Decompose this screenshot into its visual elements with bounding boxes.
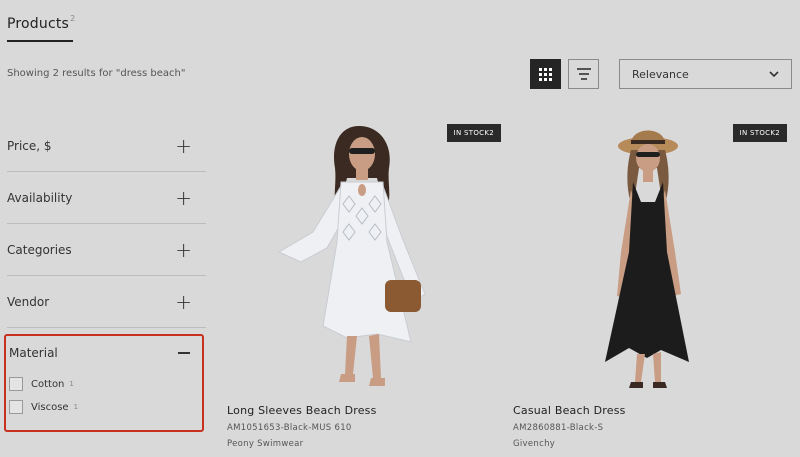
product-card[interactable]: IN STOCK2 Casual Beach Dress AM2860881-B… (513, 112, 787, 449)
tab-count: 2 (70, 14, 76, 23)
filter-label: Categories (7, 242, 72, 257)
plus-icon: + (175, 289, 192, 314)
product-vendor: Givenchy (513, 439, 556, 449)
minus-icon (178, 352, 190, 354)
plus-icon: + (175, 133, 192, 158)
filter-price[interactable]: Price, $ + (7, 120, 206, 172)
product-vendor: Peony Swimwear (227, 439, 304, 449)
plus-icon: + (175, 185, 192, 210)
filter-label: Availability (7, 190, 73, 205)
filter-label: Vendor (7, 294, 50, 309)
option-label: Viscose (31, 401, 69, 413)
product-title[interactable]: Casual Beach Dress (513, 404, 787, 417)
product-sku: AM1051653-Black-MUS 610 (227, 423, 352, 433)
filter-material: Material Cotton 1 Viscose 1 (4, 334, 204, 432)
filter-availability[interactable]: Availability + (7, 172, 206, 224)
results-summary: Showing 2 results for "dress beach" (7, 68, 186, 79)
checkbox[interactable] (9, 377, 23, 391)
material-option-viscose[interactable]: Viscose 1 (9, 400, 78, 414)
sort-dropdown[interactable]: Relevance (619, 59, 792, 89)
filter-label: Material (9, 346, 58, 360)
filter-categories[interactable]: Categories + (7, 224, 206, 276)
stock-badge: IN STOCK2 (732, 124, 787, 142)
plus-icon: + (175, 237, 192, 262)
product-title[interactable]: Long Sleeves Beach Dress (227, 404, 501, 417)
product-image[interactable]: IN STOCK2 (513, 112, 787, 398)
list-view-icon (576, 68, 591, 80)
tab-products[interactable]: Products2 (7, 14, 76, 42)
tab-label: Products (7, 16, 70, 32)
option-count: 1 (73, 403, 79, 411)
black-dress-illustration (605, 130, 689, 388)
filter-label: Price, $ (7, 138, 52, 153)
sort-value: Relevance (632, 67, 689, 81)
material-header[interactable]: Material (9, 346, 190, 360)
product-image[interactable]: IN STOCK2 (227, 112, 501, 398)
product-sku: AM2860881-Black-S (513, 423, 604, 433)
grid-view-button[interactable] (530, 59, 561, 89)
checkbox[interactable] (9, 400, 23, 414)
material-option-cotton[interactable]: Cotton 1 (9, 377, 74, 391)
grid-view-icon (539, 67, 552, 81)
stock-badge: IN STOCK2 (446, 124, 501, 142)
option-count: 1 (69, 380, 74, 388)
chevron-down-icon (769, 71, 779, 77)
list-view-button[interactable] (568, 59, 599, 89)
option-label: Cotton (31, 378, 65, 390)
filter-sidebar: Price, $ + Availability + Categories + V… (7, 120, 206, 328)
product-card[interactable]: IN STOCK2 Long Sleeves Beach Dress AM105… (227, 112, 501, 449)
filter-vendor[interactable]: Vendor + (7, 276, 206, 328)
white-lace-dress-illustration (277, 126, 426, 386)
